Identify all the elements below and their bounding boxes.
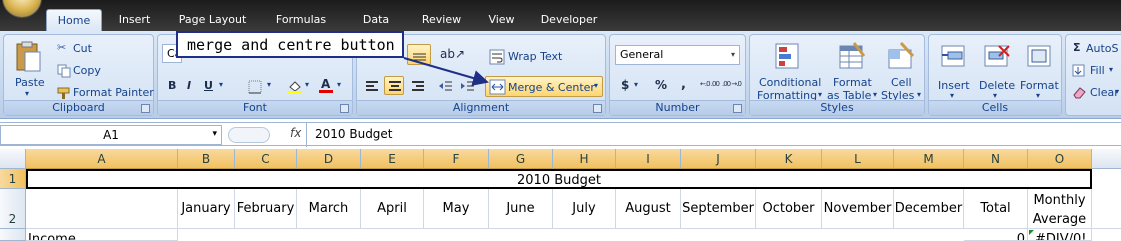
row-header-1[interactable]: 1 bbox=[0, 169, 26, 189]
select-all-corner[interactable] bbox=[0, 149, 26, 169]
merged-title-cell[interactable]: 2010 Budget bbox=[26, 169, 1092, 189]
chevron-down-icon: ▾ bbox=[212, 129, 217, 139]
cell-n2[interactable]: Total bbox=[964, 189, 1028, 229]
cell-l2[interactable]: November bbox=[822, 189, 894, 229]
name-box[interactable]: A1 ▾ bbox=[0, 125, 222, 145]
column-header-f[interactable]: F bbox=[424, 149, 489, 169]
monthly-average-line-2: Average bbox=[1032, 212, 1087, 227]
column-header-e[interactable]: E bbox=[361, 149, 424, 169]
formula-divider bbox=[306, 123, 307, 147]
column-header-l[interactable]: L bbox=[822, 149, 894, 169]
column-header-d[interactable]: D bbox=[297, 149, 361, 169]
column-header-o[interactable]: O bbox=[1028, 149, 1092, 169]
cell-b2[interactable]: January bbox=[178, 189, 235, 229]
cell-p2[interactable] bbox=[1092, 189, 1121, 229]
insert-function-button[interactable]: fx bbox=[290, 126, 301, 140]
formula-bar: A1 ▾ fx 2010 Budget bbox=[0, 122, 1121, 147]
cell-e2[interactable]: April bbox=[361, 189, 424, 229]
cell-c2[interactable]: February bbox=[235, 189, 297, 229]
cell-o2[interactable]: Monthly Average bbox=[1028, 189, 1092, 229]
cell-m2[interactable]: December bbox=[894, 189, 964, 229]
column-header-b[interactable]: B bbox=[178, 149, 235, 169]
formula-input[interactable]: 2010 Budget bbox=[315, 127, 393, 141]
column-header-c[interactable]: C bbox=[235, 149, 297, 169]
row-header-2[interactable]: 2 bbox=[0, 189, 26, 229]
cell-k2[interactable]: October bbox=[756, 189, 822, 229]
column-header-k[interactable]: K bbox=[756, 149, 822, 169]
name-box-value: A1 bbox=[103, 128, 119, 142]
cell-n3[interactable]: 0 bbox=[964, 229, 1028, 241]
cell-g2[interactable]: June bbox=[489, 189, 553, 229]
column-header-m[interactable]: M bbox=[894, 149, 964, 169]
row-header-3[interactable] bbox=[0, 229, 26, 241]
formula-bar-resize-handle[interactable] bbox=[228, 127, 270, 143]
column-header-p[interactable] bbox=[1092, 149, 1121, 169]
column-header-n[interactable]: N bbox=[964, 149, 1028, 169]
cell-h2[interactable]: July bbox=[553, 189, 616, 229]
cell-j2[interactable]: September bbox=[681, 189, 756, 229]
cell-i2[interactable]: August bbox=[616, 189, 681, 229]
column-header-g[interactable]: G bbox=[489, 149, 553, 169]
cell-a3[interactable]: Income bbox=[26, 229, 178, 241]
merge-center-callout: merge and centre button bbox=[176, 31, 404, 58]
cell-a2[interactable] bbox=[26, 189, 178, 229]
column-header-j[interactable]: J bbox=[681, 149, 756, 169]
cell-o3[interactable]: #DIV/0! bbox=[1028, 229, 1092, 241]
column-header-i[interactable]: I bbox=[616, 149, 681, 169]
worksheet: A B C D E F G H I J K L M N O 1 2 2010 B… bbox=[0, 149, 1121, 241]
cell-d2[interactable]: March bbox=[297, 189, 361, 229]
cell-f2[interactable]: May bbox=[424, 189, 489, 229]
monthly-average-line-1: Monthly bbox=[1033, 193, 1086, 208]
column-header-h[interactable]: H bbox=[553, 149, 616, 169]
column-header-a[interactable]: A bbox=[26, 149, 178, 169]
